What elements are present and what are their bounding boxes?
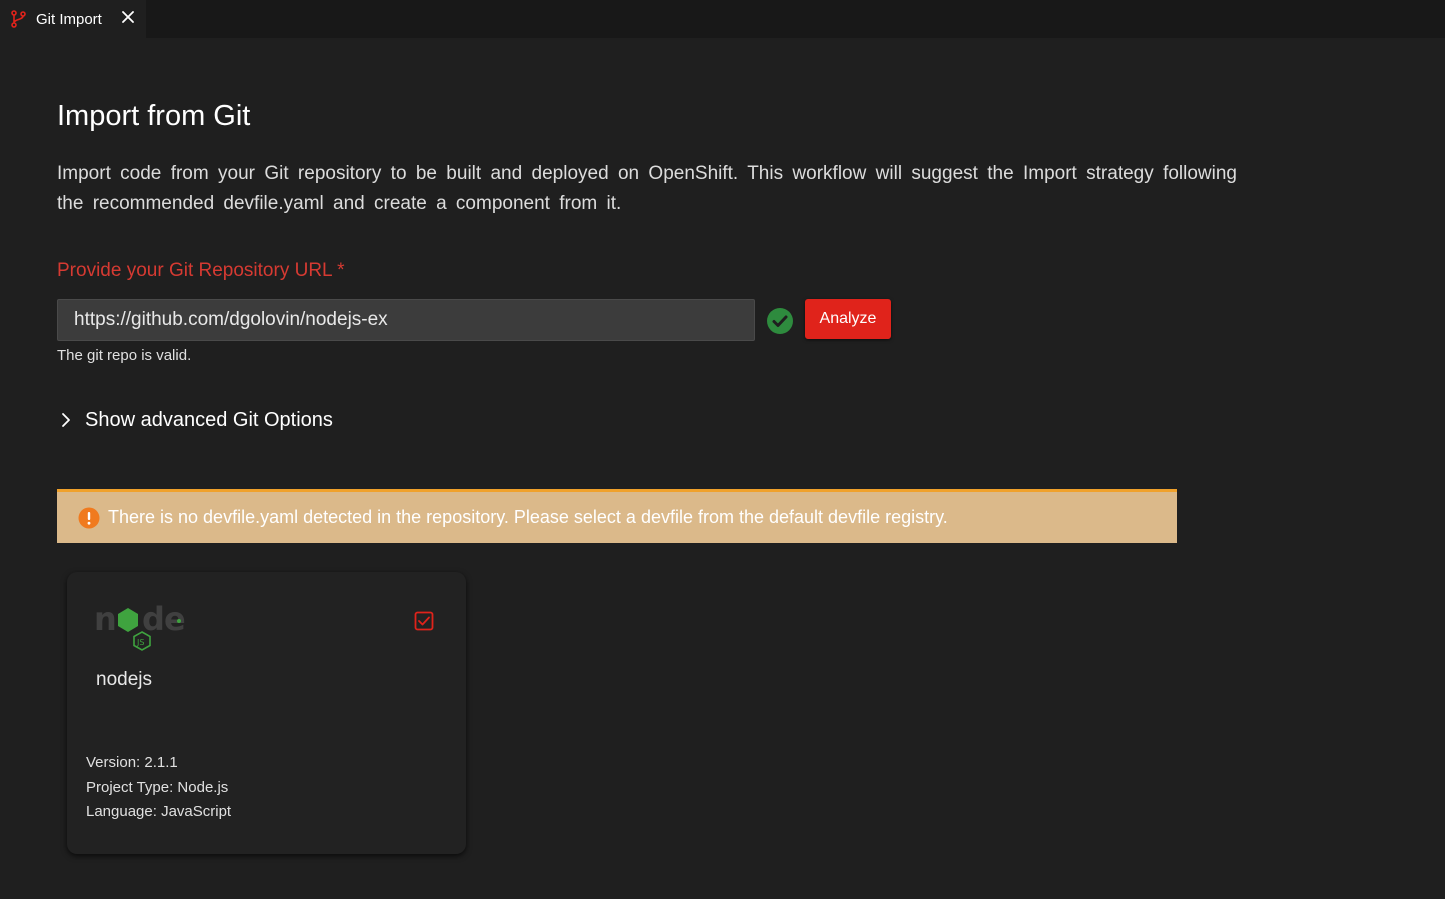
close-icon[interactable] xyxy=(118,7,138,27)
nodejs-logo-icon: n d e JS xyxy=(94,596,190,656)
alert-message: There is no devfile.yaml detected in the… xyxy=(108,507,948,527)
url-field-label: Provide your Git Repository URL * xyxy=(57,260,345,281)
chevron-right-icon xyxy=(57,411,75,429)
devfile-card-nodejs[interactable]: n d e JS nodejs Version: 2.1.1 Project T… xyxy=(67,572,466,854)
svg-text:d: d xyxy=(142,600,165,638)
analyze-button[interactable]: Analyze xyxy=(805,299,891,339)
page-description: Import code from your Git repository to … xyxy=(57,163,1237,214)
check-circle-icon xyxy=(767,308,793,334)
warning-circle-icon xyxy=(78,507,100,529)
svg-text:JS: JS xyxy=(136,638,144,647)
devfile-name: nodejs xyxy=(96,669,152,690)
svg-text:n: n xyxy=(94,600,117,638)
git-url-input[interactable] xyxy=(57,299,755,341)
warning-alert: There is no devfile.yaml detected in the… xyxy=(57,489,1177,543)
tab-label: Git Import xyxy=(36,10,102,28)
advanced-git-options-toggle[interactable]: Show advanced Git Options xyxy=(57,405,333,435)
devfile-project-type: Project Type: Node.js xyxy=(86,779,229,796)
tab-git-import[interactable]: Git Import xyxy=(0,0,146,38)
svg-text:e: e xyxy=(164,600,186,638)
tab-bar: Git Import xyxy=(0,0,1445,38)
advanced-git-options-label: Show advanced Git Options xyxy=(85,408,333,431)
page-title: Import from Git xyxy=(57,100,251,132)
devfile-version: Version: 2.1.1 xyxy=(86,754,178,771)
devfile-language: Language: JavaScript xyxy=(86,803,232,820)
url-helper-text: The git repo is valid. xyxy=(57,347,192,364)
checkbox-checked-icon[interactable] xyxy=(414,611,434,631)
git-branch-icon xyxy=(10,10,28,28)
